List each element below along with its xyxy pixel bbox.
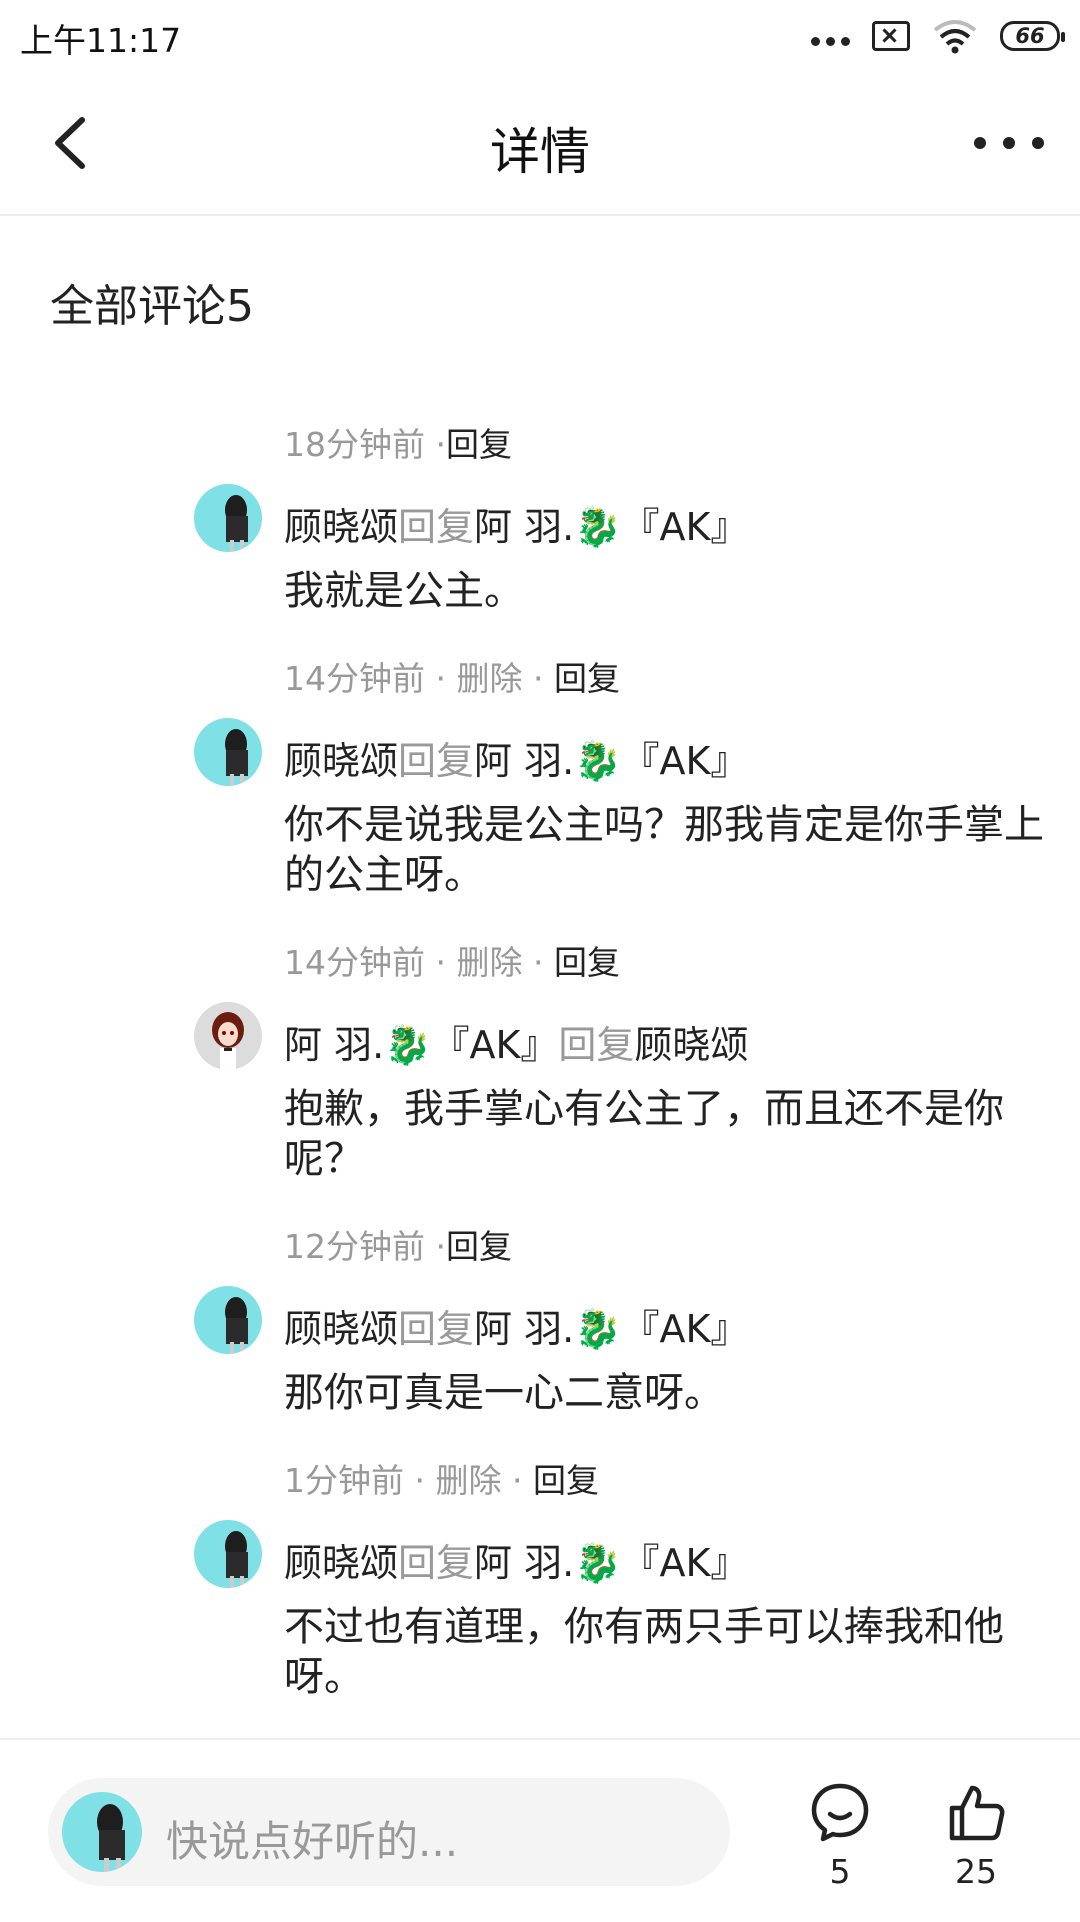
battery-icon: 66 xyxy=(1000,21,1065,51)
wifi-icon xyxy=(933,20,977,54)
avatar[interactable] xyxy=(194,1520,262,1588)
comment-time: 14分钟前 xyxy=(284,659,425,698)
comment-author-line: 顾晓颂回复阿 羽.🐉『AK』 xyxy=(284,505,749,549)
comment-author-line: 顾晓颂回复阿 羽.🐉『AK』 xyxy=(284,1307,749,1351)
comment-author-line: 顾晓颂回复阿 羽.🐉『AK』 xyxy=(284,1541,749,1585)
comment-text: 我就是公主。 xyxy=(284,568,524,614)
comment-text: 你不是说我是公主吗？那我肯定是你手掌上的公主呀。 xyxy=(284,802,1044,898)
all-comments-heading: 全部评论5 xyxy=(50,281,254,332)
comment-meta: 12分钟前 ·回复 xyxy=(284,1227,512,1266)
avatar[interactable] xyxy=(194,1002,262,1070)
reply-button[interactable]: 回复 xyxy=(554,659,620,698)
comment-input-placeholder: 快说点好听的... xyxy=(166,1817,459,1866)
comment-meta: 14分钟前 · 删除 · 回复 xyxy=(284,659,620,698)
avatar[interactable] xyxy=(194,484,262,552)
comment-time: 18分钟前 xyxy=(284,425,425,464)
reply-button[interactable]: 回复 xyxy=(446,1227,512,1266)
status-icons: 66 xyxy=(811,16,1065,56)
comment-input[interactable]: 快说点好听的... xyxy=(48,1778,730,1886)
comment-time: 14分钟前 xyxy=(284,943,425,982)
comment-meta: 1分钟前 · 删除 · 回复 xyxy=(284,1461,599,1500)
comment-time: 1分钟前 xyxy=(284,1461,404,1500)
status-time: 上午11:17 xyxy=(20,21,182,60)
reply-button[interactable]: 回复 xyxy=(554,943,620,982)
comment-meta: 18分钟前 ·回复 xyxy=(284,425,512,464)
like-count: 25 xyxy=(955,1852,997,1891)
comment-author-line: 阿 羽.🐉『AK』回复顾晓颂 xyxy=(284,1023,749,1067)
comment-count: 5 xyxy=(829,1852,851,1891)
more-notifications-icon xyxy=(811,36,850,46)
comment-author[interactable]: 阿 羽.🐉『AK』 xyxy=(284,1023,558,1067)
comment-text: 抱歉，我手掌心有公主了，而且还不是你呢？ xyxy=(284,1086,1004,1182)
reply-target[interactable]: 顾晓颂 xyxy=(634,1023,748,1067)
avatar[interactable] xyxy=(194,1286,262,1354)
reply-button[interactable]: 回复 xyxy=(446,425,512,464)
status-bar: 上午11:17 66 xyxy=(0,0,1080,72)
thumbs-up-icon xyxy=(949,1785,1005,1841)
comment-time: 12分钟前 xyxy=(284,1227,425,1266)
page-title: 详情 xyxy=(490,123,590,181)
avatar[interactable] xyxy=(194,718,262,786)
comment-text: 那你可真是一心二意呀。 xyxy=(284,1370,724,1416)
comment-button[interactable]: 5 xyxy=(800,1780,880,1891)
delete-button[interactable]: 删除 xyxy=(456,943,522,982)
top-nav: 详情 xyxy=(0,72,1080,216)
comment-text: 不过也有道理，你有两只手可以捧我和他呀。 xyxy=(284,1604,1004,1700)
delete-button[interactable]: 删除 xyxy=(456,659,522,698)
bottom-bar: 快说点好听的... 5 25 xyxy=(0,1738,1080,1922)
more-dots-icon[interactable] xyxy=(974,118,1044,168)
reply-target[interactable]: 阿 羽.🐉『AK』 xyxy=(474,1541,748,1585)
sim-card-icon xyxy=(872,21,910,51)
comment-author[interactable]: 顾晓颂 xyxy=(284,1307,398,1351)
comment-author[interactable]: 顾晓颂 xyxy=(284,739,398,783)
reply-target[interactable]: 阿 羽.🐉『AK』 xyxy=(474,739,748,783)
reply-button[interactable]: 回复 xyxy=(533,1461,599,1500)
comment-author[interactable]: 顾晓颂 xyxy=(284,505,398,549)
reply-target[interactable]: 阿 羽.🐉『AK』 xyxy=(474,1307,748,1351)
comment-bubble-icon xyxy=(811,1783,869,1842)
reply-target[interactable]: 阿 羽.🐉『AK』 xyxy=(474,505,748,549)
delete-button[interactable]: 删除 xyxy=(435,1461,501,1500)
comment-author-line: 顾晓颂回复阿 羽.🐉『AK』 xyxy=(284,739,749,783)
like-button[interactable]: 25 xyxy=(936,1780,1016,1891)
comment-author[interactable]: 顾晓颂 xyxy=(284,1541,398,1585)
avatar xyxy=(62,1792,142,1872)
comment-meta: 14分钟前 · 删除 · 回复 xyxy=(284,943,620,982)
